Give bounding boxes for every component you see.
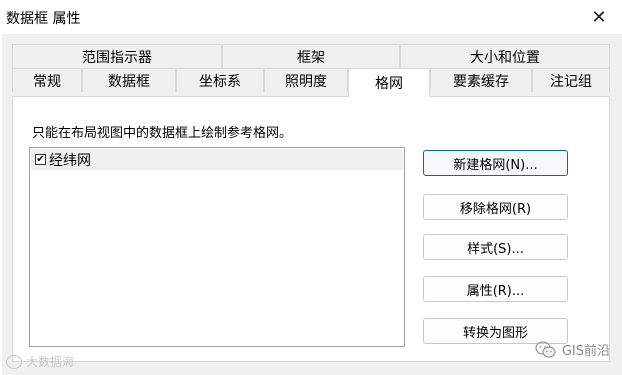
close-button[interactable]: ✕ — [576, 0, 622, 34]
close-icon: ✕ — [591, 6, 607, 28]
tab-data-frame[interactable]: 数据框 — [82, 68, 176, 92]
tab-coordinate-system[interactable]: 坐标系 — [176, 68, 264, 92]
watermark-left-text: 大数据海 — [26, 355, 75, 369]
button-label: 移除格网(R) — [459, 201, 532, 217]
tab-label: 数据框 — [108, 73, 150, 90]
grid-listbox[interactable]: ✔ 经纬网 — [29, 147, 405, 347]
watermark-right-text: GIS前沿 — [561, 344, 610, 359]
tab-size-position[interactable]: 大小和位置 — [400, 44, 610, 68]
watermark-logo-icon — [6, 354, 22, 369]
tab-extent-indicators[interactable]: 范围指示器 — [12, 44, 222, 68]
tab-label: 坐标系 — [199, 73, 241, 90]
tab-illumination[interactable]: 照明度 — [264, 68, 348, 92]
tab-strip: 范围指示器 框架 大小和位置 常规 数据框 坐标系 照明度 格网 要素缓存 注记… — [12, 44, 610, 97]
list-item[interactable]: ✔ 经纬网 — [31, 149, 403, 170]
tab-grids[interactable]: 格网 — [348, 68, 430, 97]
properties-button[interactable]: 属性(R)... — [423, 276, 568, 302]
grids-panel: 只能在布局视图中的数据框上绘制参考格网。 ✔ 经纬网 新建格网(N)... 移除… — [12, 96, 610, 362]
checkbox-checked-icon[interactable]: ✔ — [35, 154, 46, 165]
tab-label: 大小和位置 — [470, 49, 540, 66]
tab-label: 要素缓存 — [453, 73, 509, 90]
tab-label: 格网 — [375, 76, 403, 92]
instruction-text: 只能在布局视图中的数据框上绘制参考格网。 — [32, 126, 293, 141]
window-title: 数据框 属性 — [6, 11, 81, 27]
window-edge — [0, 34, 2, 375]
watermark-left: 大数据海 — [6, 353, 74, 370]
tab-label: 范围指示器 — [82, 49, 152, 66]
tab-annotation-groups[interactable]: 注记组 — [532, 68, 610, 92]
tab-label: 照明度 — [285, 73, 327, 90]
style-button[interactable]: 样式(S)... — [423, 234, 568, 260]
tab-frame[interactable]: 框架 — [222, 44, 400, 68]
tab-label: 框架 — [297, 49, 325, 66]
tab-general[interactable]: 常规 — [12, 68, 82, 92]
tab-label: 注记组 — [550, 73, 592, 90]
button-label: 转换为图形 — [462, 325, 528, 341]
new-grid-button[interactable]: 新建格网(N)... — [423, 150, 568, 176]
title-bar: 数据框 属性 ✕ — [0, 0, 622, 34]
tab-feature-cache[interactable]: 要素缓存 — [430, 68, 532, 92]
button-label: 样式(S)... — [467, 241, 524, 257]
button-label: 属性(R)... — [466, 283, 525, 299]
watermark-right: GIS前沿 — [535, 340, 610, 359]
remove-grid-button[interactable]: 移除格网(R) — [423, 194, 568, 220]
button-label: 新建格网(N)... — [453, 157, 538, 173]
wechat-icon — [535, 340, 556, 358]
grid-item-label: 经纬网 — [49, 152, 91, 169]
tab-label: 常规 — [33, 73, 61, 90]
